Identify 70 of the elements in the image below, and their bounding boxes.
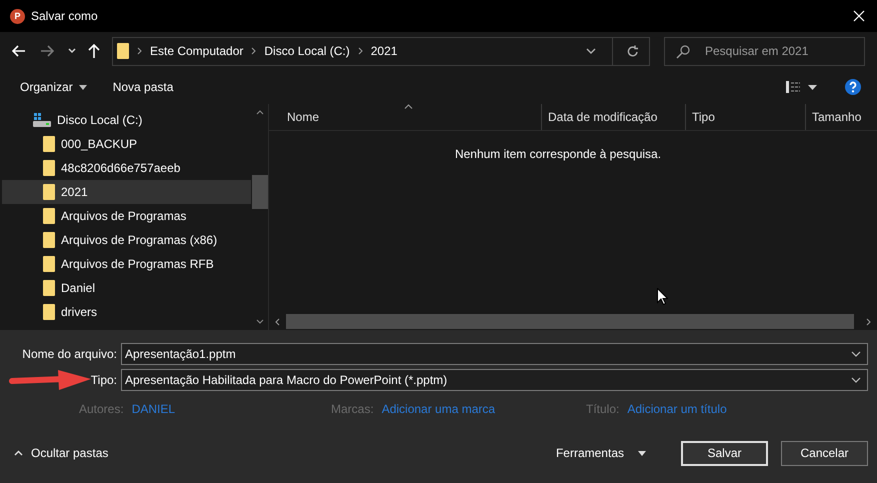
close-icon[interactable]: [853, 10, 865, 22]
mouse-pointer-icon: [657, 288, 668, 305]
metadata-label: Título:: [586, 402, 620, 416]
sidebar-item[interactable]: Arquivos de Programas RFB: [0, 252, 251, 276]
chevron-down-icon[interactable]: [586, 48, 596, 54]
scroll-right-icon[interactable]: [866, 318, 871, 326]
window-title: Salvar como: [31, 9, 99, 23]
organize-menu-button[interactable]: Organizar: [10, 76, 97, 98]
column-header[interactable]: Nome: [269, 104, 542, 130]
breadcrumb[interactable]: 2021: [370, 44, 398, 58]
field-label: Nome do arquivo:: [22, 347, 117, 361]
search-field[interactable]: Pesquisar em 2021: [664, 36, 865, 66]
field-label: Tipo:: [90, 373, 117, 387]
sidebar-item[interactable]: drivers: [0, 300, 251, 324]
breadcrumb[interactable]: Disco Local (C:): [264, 44, 350, 58]
refresh-icon[interactable]: [627, 44, 639, 58]
sidebar-item[interactable]: Arquivos de Programas (x86): [0, 228, 251, 252]
tools-menu-button[interactable]: Ferramentas: [550, 445, 652, 461]
folder-icon: [117, 43, 129, 59]
folder-icon: [43, 208, 55, 224]
folder-icon: [43, 232, 55, 248]
folder-icon: [43, 304, 55, 320]
combo-box[interactable]: Apresentação Habilitada para Macro do PowerPoint (*.pptm): [121, 369, 868, 391]
up-arrow-icon[interactable]: [88, 44, 100, 58]
chevron-down-icon[interactable]: [851, 377, 861, 383]
sidebar-item[interactable]: 2021: [2, 180, 251, 204]
hide-folders-button[interactable]: Ocultar pastas: [0, 446, 108, 460]
forward-arrow-icon[interactable]: [40, 45, 54, 57]
app-icon: P: [10, 8, 25, 24]
scroll-up-icon[interactable]: [256, 110, 264, 115]
drive-icon: [33, 113, 51, 127]
folder-icon: [43, 184, 55, 200]
caret-down-icon: [638, 450, 646, 456]
sidebar-item[interactable]: Disco Local (C:): [0, 108, 251, 132]
chevron-down-icon[interactable]: [68, 48, 76, 54]
help-icon[interactable]: [845, 79, 861, 95]
column-header[interactable]: Tamanho: [806, 104, 877, 130]
metadata-label: Autores:: [79, 402, 124, 416]
chevron-down-icon[interactable]: [851, 351, 861, 357]
back-arrow-icon[interactable]: [12, 45, 26, 57]
sidebar-item[interactable]: 48c8206d66e757aeeb: [0, 156, 251, 180]
folder-icon: [43, 256, 55, 272]
scroll-down-icon[interactable]: [256, 319, 264, 324]
sidebar-item[interactable]: Arquivos de Programas: [0, 204, 251, 228]
folder-icon: [43, 136, 55, 152]
dialog-button[interactable]: Cancelar: [781, 440, 868, 466]
combo-box[interactable]: Apresentação1.pptm: [121, 343, 868, 365]
search-icon: [676, 44, 690, 58]
chevron-up-icon: [14, 450, 23, 456]
sidebar-item[interactable]: Daniel: [0, 276, 251, 300]
chevron-right-icon: [358, 47, 363, 55]
empty-message: Nenhum item corresponde à pesquisa.: [454, 147, 662, 163]
folder-icon: [43, 160, 55, 176]
scrollbar-thumb[interactable]: [286, 314, 854, 329]
breadcrumb[interactable]: Este Computador: [150, 44, 244, 58]
sidebar-item[interactable]: 000_BACKUP: [0, 132, 251, 156]
column-header[interactable]: Tipo: [686, 104, 806, 130]
column-header[interactable]: Data de modificação: [542, 104, 686, 130]
chevron-right-icon: [251, 47, 256, 55]
caret-down-icon: [78, 84, 87, 90]
address-bar[interactable]: Este Computador Disco Local (C:) 2021: [112, 36, 650, 66]
view-options-icon[interactable]: [786, 81, 800, 93]
metadata-label: Marcas:: [331, 402, 374, 416]
caret-down-icon[interactable]: [808, 84, 817, 90]
folder-icon: [43, 280, 55, 296]
chevron-right-icon: [137, 47, 142, 55]
scroll-left-icon[interactable]: [275, 318, 280, 326]
new-folder-button[interactable]: Nova pasta: [102, 76, 184, 98]
dialog-button[interactable]: Salvar: [681, 440, 768, 466]
scrollbar-thumb[interactable]: [252, 175, 268, 209]
